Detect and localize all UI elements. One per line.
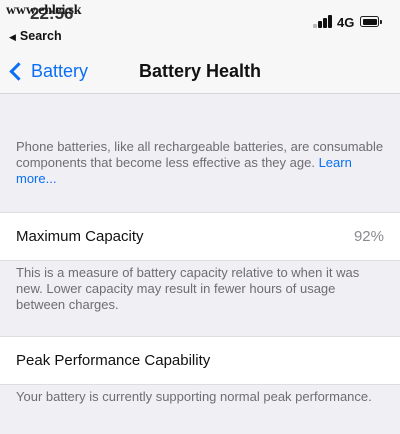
status-bar: 22:56 www.ehlei.sk ◀ Search 4G: [0, 0, 400, 48]
network-type: 4G: [337, 15, 355, 30]
watermark: www.ehlei.sk: [6, 3, 82, 18]
peak-performance-label: Peak Performance Capability: [16, 352, 211, 369]
signal-bars-icon: [313, 14, 333, 28]
page-title: Battery Health: [138, 61, 262, 81]
peak-performance-row: Peak Performance Capability: [0, 336, 400, 385]
maximum-capacity-description: This is a measure of battery capacity re…: [16, 265, 360, 312]
maximum-capacity-label: Maximum Capacity: [16, 228, 144, 245]
navigation-bar: Battery Battery Health: [0, 48, 400, 94]
peak-performance-description: Your battery is currently supporting nor…: [16, 389, 372, 404]
maximum-capacity-value: 92%: [353, 228, 384, 245]
back-to-app-button[interactable]: ◀ Search: [9, 29, 62, 43]
battery-icon: [360, 16, 382, 27]
maximum-capacity-row: Maximum Capacity 92%: [0, 212, 400, 261]
intro-description: Phone batteries, like all rechargeable b…: [16, 139, 386, 187]
back-to-app-label: Search: [19, 29, 62, 43]
back-triangle-icon: ◀: [9, 32, 16, 42]
